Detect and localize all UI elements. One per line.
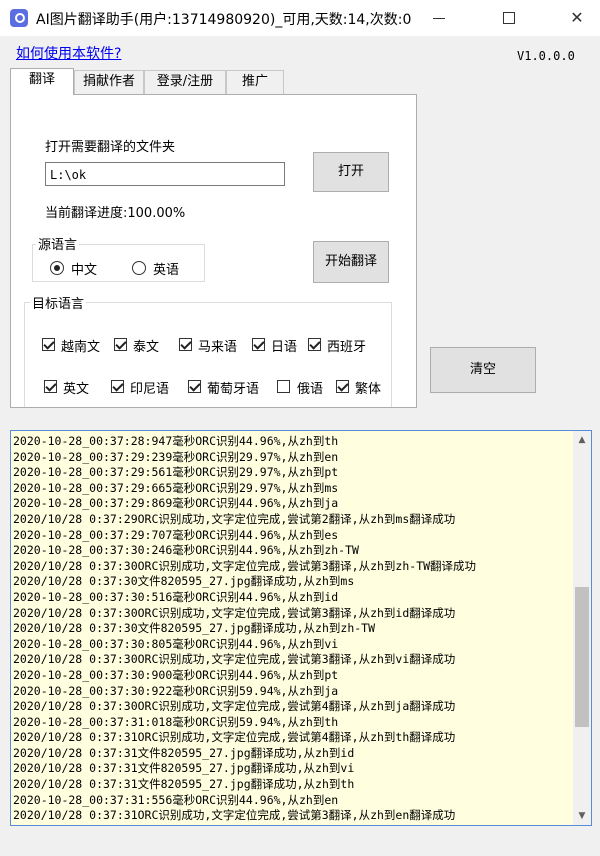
- source-radio-chinese[interactable]: [50, 261, 64, 275]
- log-line: 2020-10-28_00:37:29:707毫秒ORC识别44.96%,从zh…: [13, 527, 339, 542]
- minimize-icon: [433, 18, 445, 19]
- tab-login[interactable]: 登录/注册: [144, 70, 226, 94]
- target-checkbox-label: 俄语: [297, 382, 324, 397]
- tab-translate[interactable]: 翻译: [10, 68, 74, 95]
- log-line: 2020-10-28_00:37:28:947毫秒ORC识别44.96%,从zh…: [13, 434, 339, 448]
- scroll-down-icon[interactable]: ▼: [573, 807, 591, 825]
- target-checkbox-indonesian[interactable]: [111, 380, 124, 393]
- target-checkbox-russian[interactable]: [277, 380, 290, 393]
- log-line: 2020-10-28_00:37:30:900毫秒ORC识别44.96%,从zh…: [13, 667, 339, 682]
- log-line: 2020/10/28 0:37:31ORC识别成功,文字定位完成,尝试第4翻译,…: [13, 730, 456, 745]
- log-line: 2020-10-28_00:37:30:246毫秒ORC识别44.96%,从zh…: [13, 543, 359, 558]
- target-checkbox-malay[interactable]: [179, 338, 192, 351]
- source-language-title: 源语言: [36, 234, 80, 253]
- title-bar: AI图片翻译助手(用户:13714980920)_可用,天数:14,次数:0 ✕: [0, 0, 600, 36]
- progress-text: 当前翻译进度:100.00%: [45, 206, 186, 221]
- log-line: 2020/10/28 0:37:30ORC识别成功,文字定位完成,尝试第3翻译,…: [13, 652, 456, 667]
- clear-button[interactable]: 清空: [430, 347, 536, 393]
- target-language-title: 目标语言: [30, 293, 87, 312]
- target-checkbox-portuguese[interactable]: [188, 380, 201, 393]
- log-line: 2020-10-28_00:37:29:665毫秒ORC识别29.97%,从zh…: [13, 480, 339, 495]
- log-line: 2020-10-28_00:37:31:018毫秒ORC识别59.94%,从zh…: [13, 714, 339, 729]
- target-checkbox-label: 英文: [63, 382, 90, 397]
- log-textbox[interactable]: 2020-10-28_00:37:28:947毫秒ORC识别44.96%,从zh…: [10, 430, 592, 826]
- folder-path-input[interactable]: L:\ok: [45, 162, 285, 186]
- target-checkbox-spanish[interactable]: [308, 338, 321, 351]
- source-radio-english[interactable]: [132, 261, 146, 275]
- log-line: 2020-10-28_00:37:29:239毫秒ORC识别29.97%,从zh…: [13, 449, 339, 464]
- target-checkbox-label: 泰文: [133, 340, 160, 355]
- log-line: 2020/10/28 0:37:30ORC识别成功,文字定位完成,尝试第4翻译,…: [13, 699, 456, 714]
- log-line: 2020/10/28 0:37:31ORC识别成功,文字定位完成,尝试第3翻译,…: [13, 808, 456, 823]
- target-checkbox-japanese[interactable]: [252, 338, 265, 351]
- log-line: 2020/10/28 0:37:30ORC识别成功,文字定位完成,尝试第3翻译,…: [13, 558, 477, 573]
- folder-label: 打开需要翻译的文件夹: [45, 140, 176, 155]
- minimize-button[interactable]: [416, 0, 462, 36]
- start-translate-button[interactable]: 开始翻译: [313, 241, 389, 283]
- version-label: V1.0.0.0: [517, 49, 575, 63]
- app-icon: [10, 9, 28, 27]
- log-line: 2020-10-28_00:37:30:516毫秒ORC识别44.96%,从zh…: [13, 589, 339, 604]
- target-checkbox-label: 越南文: [61, 340, 101, 355]
- log-line: 2020/10/28 0:37:30ORC识别成功,文字定位完成,尝试第3翻译,…: [13, 605, 456, 620]
- log-line: 2020-10-28_00:37:29:561毫秒ORC识别29.97%,从zh…: [13, 465, 339, 480]
- scroll-thumb[interactable]: [575, 587, 589, 727]
- log-lines: 2020-10-28_00:37:28:947毫秒ORC识别44.96%,从zh…: [13, 434, 569, 825]
- target-checkbox-label: 马来语: [198, 340, 238, 355]
- target-checkbox-label: 葡萄牙语: [207, 382, 260, 397]
- window-title: AI图片翻译助手(用户:13714980920)_可用,天数:14,次数:0: [36, 12, 412, 28]
- log-line: 2020/10/28 0:37:29ORC识别成功,文字定位完成,尝试第2翻译,…: [13, 511, 456, 526]
- log-line: 2020/10/28 0:37:31文件820595_27.jpg翻译成功,从z…: [13, 761, 355, 776]
- log-line: 2020-10-28_00:37:31:556毫秒ORC识别44.96%,从zh…: [13, 792, 339, 807]
- tab-donate[interactable]: 捐献作者: [74, 70, 144, 94]
- close-button[interactable]: ✕: [554, 0, 600, 36]
- tab-promote[interactable]: 推广: [226, 70, 284, 94]
- log-line: 2020-10-28_00:37:30:805毫秒ORC识别44.96%,从zh…: [13, 636, 339, 651]
- log-line: 2020-10-28_00:37:30:922毫秒ORC识别59.94%,从zh…: [13, 683, 339, 698]
- scroll-up-icon[interactable]: ▲: [573, 431, 591, 449]
- target-checkbox-label: 印尼语: [130, 382, 170, 397]
- log-line: 2020/10/28 0:37:30文件820595_27.jpg翻译成功,从z…: [13, 574, 355, 589]
- target-checkbox-label: 繁体: [355, 382, 382, 397]
- source-radio-label: 中文: [71, 263, 98, 278]
- source-radio-label: 英语: [153, 263, 180, 278]
- target-checkbox-thai[interactable]: [114, 338, 127, 351]
- target-checkbox-vietnamese[interactable]: [42, 338, 55, 351]
- log-line: 2020/10/28 0:37:31文件820595_27.jpg翻译成功,从z…: [13, 777, 355, 792]
- log-line: 2020/10/28 0:37:31文件820595_27.jpg翻译成功,从z…: [13, 745, 355, 760]
- close-icon: ✕: [570, 8, 584, 27]
- maximize-button[interactable]: [485, 0, 531, 36]
- target-checkbox-traditional[interactable]: [336, 380, 349, 393]
- target-checkbox-label: 日语: [271, 340, 298, 355]
- log-line: 2020/10/28 0:37:30文件820595_27.jpg翻译成功,从z…: [13, 621, 376, 636]
- log-line: 2020-10-28_00:37:29:869毫秒ORC识别44.96%,从zh…: [13, 496, 339, 511]
- open-button[interactable]: 打开: [313, 152, 389, 192]
- target-checkbox-label: 西班牙: [327, 340, 367, 355]
- log-line: 2020/10/28 0:37:31文件820595_27.jpg翻译成功,从z…: [13, 824, 569, 825]
- help-link[interactable]: 如何使用本软件?: [16, 43, 121, 63]
- target-checkbox-english[interactable]: [44, 380, 57, 393]
- maximize-icon: [503, 12, 515, 24]
- log-scrollbar[interactable]: ▲ ▼: [573, 431, 591, 825]
